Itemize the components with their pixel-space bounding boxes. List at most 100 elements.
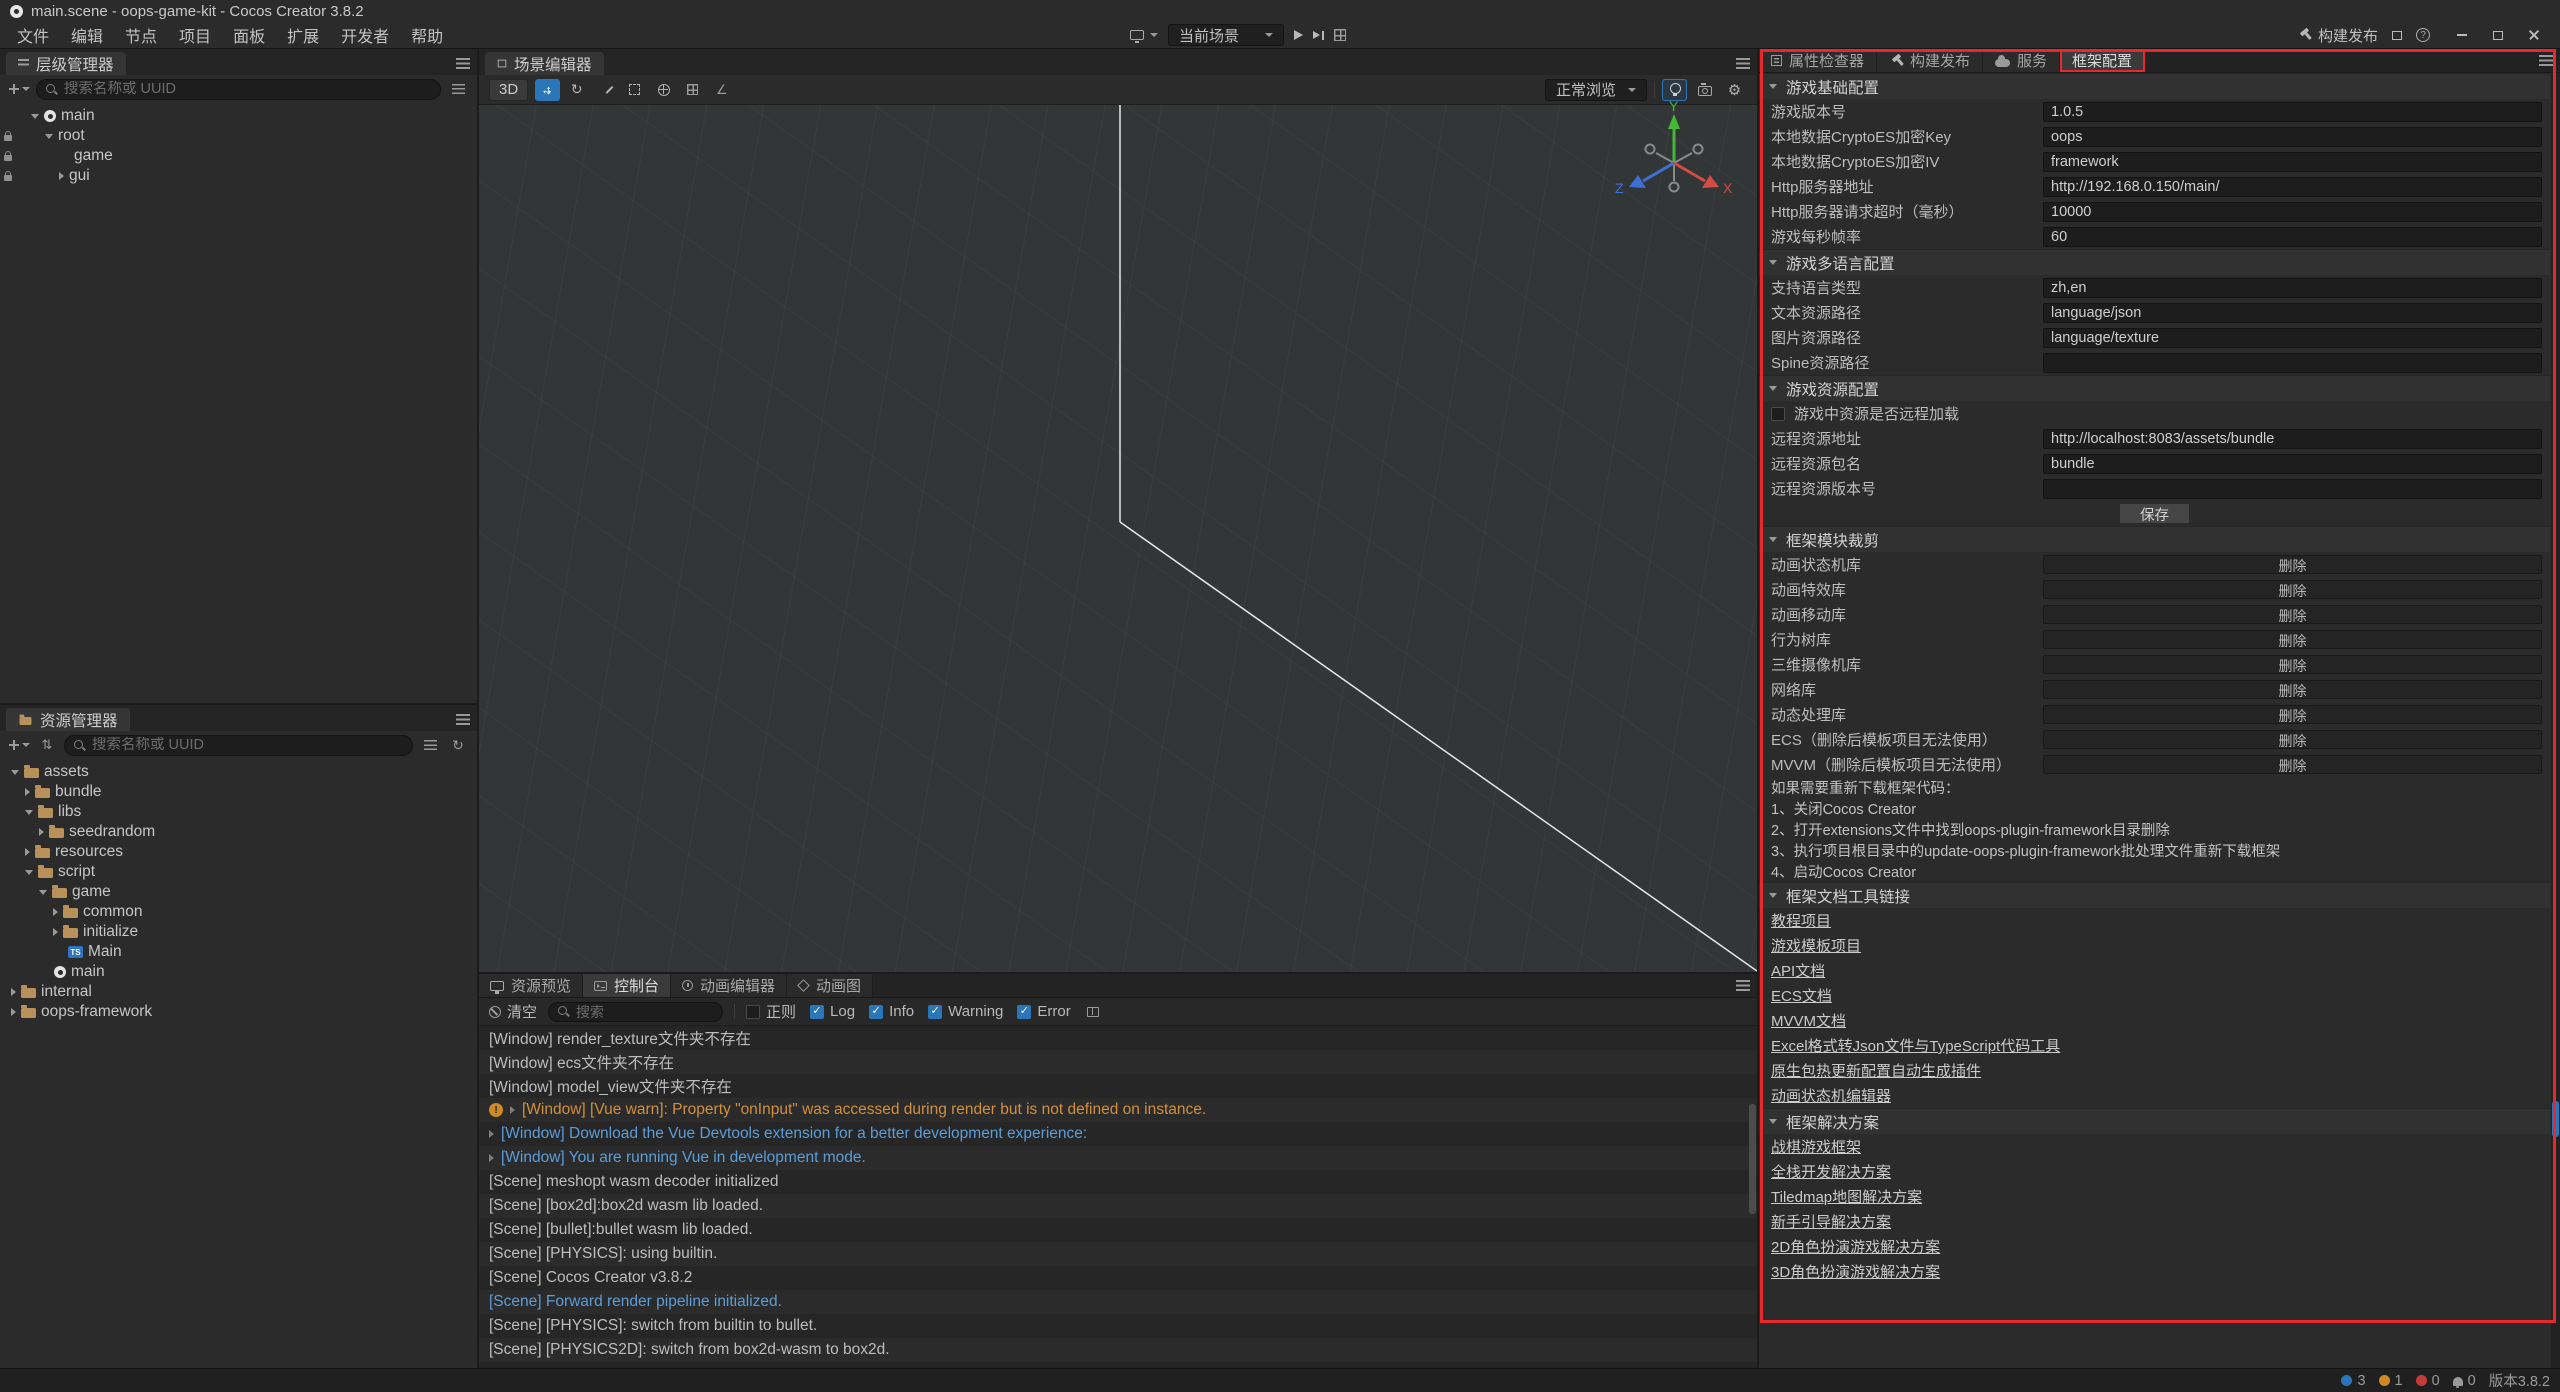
warning-count-badge[interactable]: 1 xyxy=(2379,1373,2403,1389)
link-rpg-2d[interactable]: 2D角色扮演游戏解决方案 xyxy=(1771,1234,2538,1259)
link-beginner-guide[interactable]: 新手引导解决方案 xyxy=(1771,1209,2538,1234)
link-template[interactable]: 游戏模板项目 xyxy=(1771,933,2538,958)
hierarchy-node-game[interactable]: game xyxy=(0,146,477,166)
error-count-badge[interactable]: 0 xyxy=(2416,1373,2440,1389)
notification-badge[interactable]: 0 xyxy=(2453,1373,2476,1389)
hierarchy-node-root[interactable]: root xyxy=(0,126,477,146)
build-publish-button[interactable]: 构建发布 xyxy=(2298,25,2378,46)
hierarchy-filter-button[interactable] xyxy=(447,79,469,100)
chevron-right-icon[interactable] xyxy=(53,928,58,936)
http-server-input[interactable] xyxy=(2043,177,2542,197)
asset-node-game[interactable]: game xyxy=(0,882,477,902)
assets-filter-button[interactable] xyxy=(419,735,441,756)
preview-device-button[interactable] xyxy=(1130,30,1158,40)
link-api-doc[interactable]: API文档 xyxy=(1771,958,2538,983)
gizmo-x-label[interactable]: X xyxy=(1723,180,1733,196)
game-version-input[interactable] xyxy=(2043,102,2542,122)
link-mvvm-doc[interactable]: MVVM文档 xyxy=(1771,1008,2538,1033)
menu-item[interactable]: 帮助 xyxy=(400,22,454,48)
delete-dynamic-button[interactable]: 删除 xyxy=(2043,705,2542,724)
asset-node-oops-framework[interactable]: oops-framework xyxy=(0,1002,477,1022)
log-row[interactable]: [Scene] [PHYSICS]: switch from builtin t… xyxy=(479,1314,1757,1338)
log-row[interactable]: [Scene] meshopt wasm decoder initialized xyxy=(479,1170,1757,1194)
languages-input[interactable] xyxy=(2043,278,2542,298)
chevron-right-icon[interactable] xyxy=(53,908,58,916)
chevron-down-icon[interactable] xyxy=(31,114,39,119)
text-path-input[interactable] xyxy=(2043,303,2542,323)
link-hot-update-plugin[interactable]: 原生包热更新配置自动生成插件 xyxy=(1771,1058,2538,1083)
assets-panel-tab[interactable]: 资源管理器 xyxy=(6,708,130,731)
menu-item[interactable]: 节点 xyxy=(114,22,168,48)
filter-info[interactable]: Info xyxy=(869,1003,914,1020)
remote-bundle-input[interactable] xyxy=(2043,454,2542,474)
delete-camera-button[interactable]: 删除 xyxy=(2043,655,2542,674)
delete-mvvm-button[interactable]: 删除 xyxy=(2043,755,2542,774)
chevron-down-icon[interactable] xyxy=(39,890,47,895)
section-game-language[interactable]: 游戏多语言配置 xyxy=(1759,249,2550,275)
menu-item[interactable]: 编辑 xyxy=(60,22,114,48)
move-tool-button[interactable] xyxy=(535,79,560,101)
spine-path-input[interactable] xyxy=(2043,353,2542,373)
tab-preview[interactable]: 资源预览 xyxy=(479,974,583,997)
gizmo-y-label[interactable]: Y xyxy=(1669,101,1679,114)
log-row[interactable]: [Window] model_view文件夹不存在 xyxy=(479,1074,1757,1098)
inspector-scrollbar[interactable] xyxy=(2551,73,2560,1368)
menu-item[interactable]: 开发者 xyxy=(330,22,400,48)
tab-build[interactable]: 构建发布 xyxy=(1877,49,1983,72)
log-row[interactable]: [Window] render_texture文件夹不存在 xyxy=(479,1026,1757,1050)
http-timeout-input[interactable] xyxy=(2043,202,2542,222)
section-solutions[interactable]: 框架解决方案 xyxy=(1759,1108,2550,1134)
console-scrollbar-thumb[interactable] xyxy=(1749,1104,1756,1214)
tab-framework-config[interactable]: 框架配置 xyxy=(2060,49,2145,72)
chevron-right-icon[interactable] xyxy=(510,1106,515,1114)
link-excel-tool[interactable]: Excel格式转Json文件与TypeScript代码工具 xyxy=(1771,1033,2538,1058)
chevron-down-icon[interactable] xyxy=(11,770,19,775)
section-doc-links[interactable]: 框架文档工具链接 xyxy=(1759,882,2550,908)
panel-layout-button[interactable] xyxy=(2392,31,2402,40)
hierarchy-panel-tab[interactable]: 层级管理器 xyxy=(6,52,126,75)
bulb-toggle-button[interactable] xyxy=(1662,79,1687,101)
assets-search-input[interactable] xyxy=(92,737,404,753)
chevron-right-icon[interactable] xyxy=(59,172,64,180)
chevron-right-icon[interactable] xyxy=(489,1154,494,1162)
hierarchy-node-gui[interactable]: gui xyxy=(0,166,477,186)
link-ecs-doc[interactable]: ECS文档 xyxy=(1771,983,2538,1008)
close-button[interactable] xyxy=(2516,22,2552,49)
assets-refresh-button[interactable] xyxy=(447,735,469,756)
link-tiledmap[interactable]: Tiledmap地图解决方案 xyxy=(1771,1184,2538,1209)
tab-inspector[interactable]: 属性检查器 xyxy=(1759,49,1877,72)
layout-grid-button[interactable] xyxy=(1334,29,1346,41)
asset-node-resources[interactable]: resources xyxy=(0,842,477,862)
menu-item[interactable]: 扩展 xyxy=(276,22,330,48)
log-row[interactable]: [Scene] Cocos Creator v3.8.2 xyxy=(479,1266,1757,1290)
log-row[interactable]: [Window] Download the Vue Devtools exten… xyxy=(479,1122,1757,1146)
filter-warning[interactable]: Warning xyxy=(928,1003,1003,1020)
console-search-input[interactable] xyxy=(576,1004,714,1020)
gear-toggle-button[interactable] xyxy=(1722,79,1747,101)
clear-console-button[interactable]: 清空 xyxy=(489,1001,537,1022)
log-row[interactable]: [Window] [Vue warn]: Property "onInput" … xyxy=(479,1098,1757,1122)
delete-behavior-tree-button[interactable]: 删除 xyxy=(2043,630,2542,649)
info-count-badge[interactable]: 3 xyxy=(2341,1373,2365,1389)
delete-anim-effect-button[interactable]: 删除 xyxy=(2043,580,2542,599)
minimize-button[interactable] xyxy=(2444,22,2480,49)
snap-grid-tool-button[interactable] xyxy=(680,79,705,101)
scene-panel-tab[interactable]: 场景编辑器 xyxy=(485,52,604,75)
log-row[interactable]: [Scene] [bullet]:bullet wasm lib loaded. xyxy=(479,1218,1757,1242)
crypto-key-input[interactable] xyxy=(2043,127,2542,147)
inspector-scrollbar-thumb[interactable] xyxy=(2552,1101,2559,1137)
section-game-resource[interactable]: 游戏资源配置 xyxy=(1759,375,2550,401)
link-tutorial[interactable]: 教程项目 xyxy=(1771,908,2538,933)
tab-anim-editor[interactable]: 动画编辑器 xyxy=(671,974,787,997)
asset-node-assets[interactable]: assets xyxy=(0,762,477,782)
remote-load-checkbox[interactable]: 游戏中资源是否远程加载 xyxy=(1771,403,1959,424)
open-log-file-button[interactable] xyxy=(1082,1001,1104,1022)
delete-anim-move-button[interactable]: 删除 xyxy=(2043,605,2542,624)
create-node-button[interactable] xyxy=(8,79,30,100)
dimension-toggle-button[interactable]: 3D xyxy=(489,79,528,101)
log-row[interactable]: [Window] You are running Vue in developm… xyxy=(479,1146,1757,1170)
rect-tool-button[interactable] xyxy=(622,79,647,101)
tab-console[interactable]: 控制台 xyxy=(583,974,671,997)
scene-menu-button[interactable] xyxy=(1729,52,1757,75)
snap-angle-tool-button[interactable] xyxy=(709,79,734,101)
